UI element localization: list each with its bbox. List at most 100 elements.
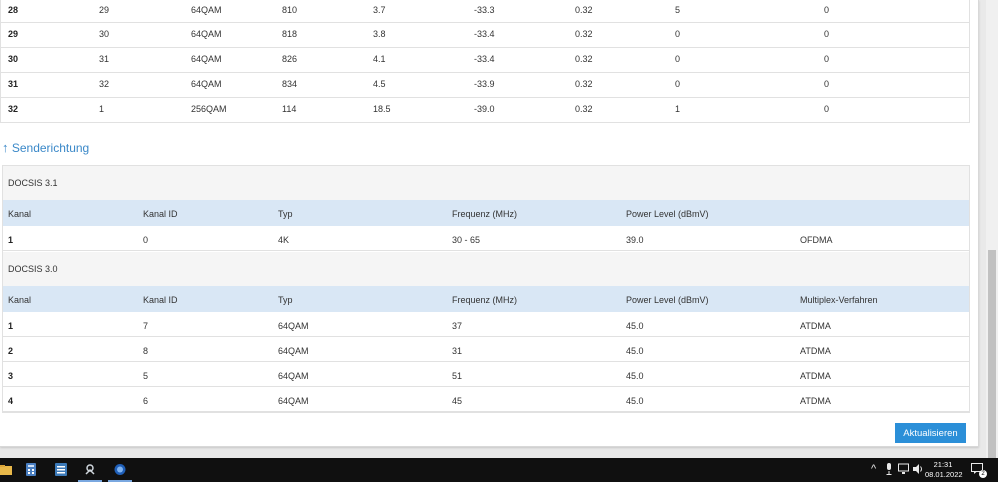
- folder-icon: [0, 465, 12, 475]
- cell-frequency: 114: [282, 104, 297, 114]
- cell-frequenz: 51: [452, 371, 463, 381]
- microphone-icon[interactable]: [885, 463, 893, 475]
- taskbar: ^ 21:31 08.01.2022 2: [0, 458, 998, 482]
- cell-power-level: 45.0: [626, 396, 644, 406]
- cell-corr-errors: 0: [675, 54, 681, 64]
- taskbar-app-notes[interactable]: [47, 458, 75, 482]
- refresh-button[interactable]: Aktualisieren: [895, 423, 966, 443]
- game-icon: [85, 464, 95, 475]
- section-title: Senderichtung: [11, 141, 90, 155]
- cell-kanal-id: 8: [143, 346, 149, 356]
- arrow-up-icon: ↑: [2, 140, 9, 155]
- page-scrollbar[interactable]: [986, 0, 998, 458]
- taskbar-app-browser[interactable]: [106, 458, 134, 482]
- header-kanal: Kanal: [8, 295, 32, 305]
- cell-corr-errors: 0: [675, 79, 681, 89]
- cell-frequency: 826: [282, 54, 298, 64]
- docsis30-group-header: DOCSIS 3.0: [3, 252, 969, 286]
- cell-mse: -33.3: [474, 5, 495, 15]
- clock-time: 21:31: [933, 460, 953, 469]
- scrollbar-thumb[interactable]: [988, 250, 996, 458]
- cell-uncorr-errors: 0: [824, 79, 830, 89]
- docsis31-group-header: DOCSIS 3.1: [3, 166, 969, 200]
- cell-power: 4.1: [373, 54, 386, 64]
- cell-kanal: 30: [8, 54, 19, 64]
- header-kanal-id: Kanal ID: [143, 295, 178, 305]
- cell-typ: 64QAM: [278, 371, 309, 381]
- cell-frequenz: 45: [452, 396, 463, 406]
- cell-frequency: 810: [282, 5, 298, 15]
- cell-power-level: 45.0: [626, 346, 644, 356]
- cell-power: 18.5: [373, 104, 391, 114]
- cell-kanal-id: 7: [143, 321, 149, 331]
- cell-kanal: 2: [8, 346, 14, 356]
- cell-kanal-id: 5: [143, 371, 149, 381]
- cell-kanal-id: 6: [143, 396, 149, 406]
- cell-uncorr-errors: 0: [824, 5, 830, 15]
- group-label: DOCSIS 3.0: [8, 264, 58, 274]
- cell-typ: 64QAM: [278, 346, 309, 356]
- header-kanal: Kanal: [8, 209, 32, 219]
- cell-multiplex: OFDMA: [800, 235, 833, 245]
- column-header-row: Kanal Kanal ID Typ Frequenz (MHz) Power …: [3, 200, 969, 226]
- cell-kanal: 1: [8, 235, 14, 245]
- cell-corr-errors: 5: [675, 5, 681, 15]
- network-icon[interactable]: [898, 463, 909, 475]
- cell-kanal-id: 30: [99, 29, 110, 39]
- cell-latency: 0.32: [575, 54, 593, 64]
- cell-uncorr-errors: 0: [824, 29, 830, 39]
- cell-corr-errors: 1: [675, 104, 681, 114]
- cell-power: 3.7: [373, 5, 386, 15]
- cell-modulation: 64QAM: [191, 29, 222, 39]
- cell-mse: -33.9: [474, 79, 495, 89]
- cell-frequenz: 31: [452, 346, 463, 356]
- downstream-table: 28 29 64QAM 810 3.7 -33.3 0.32 5 0 29 30…: [0, 0, 970, 123]
- cell-modulation: 64QAM: [191, 54, 222, 64]
- upstream-section-toggle[interactable]: ↑ Senderichtung: [2, 140, 89, 155]
- cell-kanal-id: 29: [99, 5, 110, 15]
- browser-icon: [114, 464, 126, 475]
- header-multiplex: Multiplex-Verfahren: [800, 295, 878, 305]
- cell-typ: 64QAM: [278, 321, 309, 331]
- cell-kanal: 29: [8, 29, 19, 39]
- chevron-up-icon[interactable]: ^: [871, 463, 876, 475]
- cell-latency: 0.32: [575, 104, 593, 114]
- table-row: 4 6 64QAM 45 45.0 ATDMA: [3, 387, 969, 412]
- header-power-level: Power Level (dBmV): [626, 295, 709, 305]
- header-power-level: Power Level (dBmV): [626, 209, 709, 219]
- table-row: 3 5 64QAM 51 45.0 ATDMA: [3, 362, 969, 387]
- volume-icon[interactable]: [913, 463, 924, 475]
- cell-frequenz: 37: [452, 321, 463, 331]
- cell-power-level: 45.0: [626, 371, 644, 381]
- cell-power: 3.8: [373, 29, 386, 39]
- cell-kanal-id: 31: [99, 54, 110, 64]
- table-row: 30 31 64QAM 826 4.1 -33.4 0.32 0 0: [1, 48, 969, 73]
- cell-multiplex: ATDMA: [800, 321, 831, 331]
- cell-mse: -33.4: [474, 54, 495, 64]
- cell-modulation: 256QAM: [191, 104, 227, 114]
- cell-multiplex: ATDMA: [800, 346, 831, 356]
- cell-kanal-id: 32: [99, 79, 110, 89]
- header-frequenz: Frequenz (MHz): [452, 209, 518, 219]
- table-row: 1 7 64QAM 37 45.0 ATDMA: [3, 312, 969, 337]
- table-row: 29 30 64QAM 818 3.8 -33.4 0.32 0 0: [1, 23, 969, 48]
- taskbar-app-calculator[interactable]: [17, 458, 45, 482]
- taskbar-app-game[interactable]: [76, 458, 104, 482]
- cell-kanal-id: 0: [143, 235, 149, 245]
- cell-power-level: 45.0: [626, 321, 644, 331]
- cell-kanal: 28: [8, 5, 19, 15]
- cell-typ: 64QAM: [278, 396, 309, 406]
- cell-latency: 0.32: [575, 79, 593, 89]
- table-row: 2 8 64QAM 31 45.0 ATDMA: [3, 337, 969, 362]
- cell-uncorr-errors: 0: [824, 54, 830, 64]
- cell-power-level: 39.0: [626, 235, 644, 245]
- cell-latency: 0.32: [575, 29, 593, 39]
- clock[interactable]: 21:31 08.01.2022: [925, 460, 963, 480]
- table-row: 32 1 256QAM 114 18.5 -39.0 0.32 1 0: [1, 98, 969, 123]
- cell-kanal: 31: [8, 79, 19, 89]
- cell-kanal: 1: [8, 321, 14, 331]
- cell-modulation: 64QAM: [191, 5, 222, 15]
- table-row: 31 32 64QAM 834 4.5 -33.9 0.32 0 0: [1, 73, 969, 98]
- router-status-page: 28 29 64QAM 810 3.7 -33.3 0.32 5 0 29 30…: [0, 0, 986, 458]
- cell-mse: -33.4: [474, 29, 495, 39]
